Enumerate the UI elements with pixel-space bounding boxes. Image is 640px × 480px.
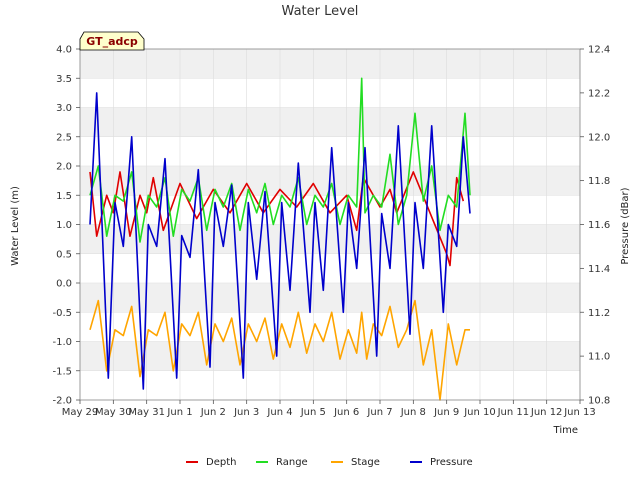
- y-tick-label: 4.0: [56, 45, 72, 56]
- x-axis-ticks: May 29May 30May 31 Jun 1 Jun 2 Jun 3 Jun 4 Ju…: [62, 400, 596, 418]
- x-tick-label: Jun 1: [166, 407, 192, 418]
- y-tick-label: 2.5: [56, 132, 72, 143]
- y2-tick-label: 12.4: [588, 45, 610, 56]
- legend: Depth Range Stage Pressure: [186, 457, 473, 468]
- y-axis-label: Water Level (m): [10, 186, 21, 266]
- plot-band: [80, 283, 580, 313]
- y-tick-label: 1.0: [56, 220, 72, 231]
- y-tick-label: 3.5: [56, 74, 72, 85]
- x-tick-label: Jun 6: [333, 407, 359, 418]
- y-tick-label: 2.0: [56, 162, 72, 173]
- x-tick-label: May 30: [95, 407, 132, 418]
- plot-band: [80, 49, 580, 79]
- plot-band: [80, 107, 580, 137]
- y2-tick-label: 12.2: [588, 88, 610, 99]
- x-tick-label: Jun 12: [530, 407, 563, 418]
- y2-tick-label: 11.4: [588, 264, 610, 275]
- site-badge-label: GT_adcp: [86, 35, 138, 48]
- x-tick-label: Jun 10: [463, 407, 496, 418]
- x-tick-label: Jun 11: [497, 407, 530, 418]
- y2-tick-label: 11.6: [588, 220, 610, 231]
- x-tick-label: Jun 4: [266, 407, 292, 418]
- y-tick-label: 0.0: [56, 279, 72, 290]
- y-tick-label: 1.5: [56, 191, 72, 202]
- plot-bands: [80, 49, 580, 371]
- y2-tick-label: 11.2: [588, 308, 610, 319]
- plot-band: [80, 224, 580, 254]
- y2-tick-label: 11.8: [588, 176, 610, 187]
- y-tick-label: -2.0: [52, 396, 72, 407]
- y2-axis-label: Pressure (dBar): [620, 187, 631, 264]
- left-axis-ticks: -2.0 -1.5 -1.0 -0.5 0.0 0.5 1.0 1.5 2.0 2.5 3.0 3.5…: [52, 45, 80, 407]
- legend-label-pressure: Pressure: [430, 457, 473, 468]
- chart-title: Water Level: [282, 4, 359, 19]
- legend-label-range: Range: [276, 457, 308, 468]
- legend-label-depth: Depth: [206, 457, 236, 468]
- site-badge: GT_adcp: [79, 31, 145, 51]
- x-tick-label: Jun 2: [200, 407, 226, 418]
- legend-label-stage: Stage: [351, 457, 380, 468]
- x-axis-label: Time: [553, 425, 578, 436]
- y-tick-label: -1.5: [52, 366, 72, 377]
- water-level-chart: -2.0 -1.5 -1.0 -0.5 0.0 0.5 1.0 1.5 2.0 2.5 3.0 3.5…: [10, 4, 631, 468]
- y-tick-label: 3.0: [56, 103, 72, 114]
- y2-tick-label: 10.8: [588, 396, 610, 407]
- x-tick-label: Jun 13: [563, 407, 596, 418]
- plot-band: [80, 341, 580, 371]
- y-tick-label: -1.0: [52, 337, 72, 348]
- y-tick-label: -0.5: [52, 308, 72, 319]
- y2-tick-label: 12.0: [588, 132, 610, 143]
- x-tick-label: Jun 7: [366, 407, 392, 418]
- x-tick-label: Jun 5: [300, 407, 326, 418]
- x-tick-label: May 29: [62, 407, 99, 418]
- x-tick-label: Jun 9: [433, 407, 459, 418]
- x-tick-label: May 31: [128, 407, 165, 418]
- right-axis-ticks: 10.8 11.0 11.2 11.4 11.6 11.8 12.0 12.2 12.4: [580, 45, 610, 407]
- y2-tick-label: 11.0: [588, 352, 610, 363]
- y-tick-label: 0.5: [56, 249, 72, 260]
- x-tick-label: Jun 3: [233, 407, 259, 418]
- x-tick-label: Jun 8: [400, 407, 426, 418]
